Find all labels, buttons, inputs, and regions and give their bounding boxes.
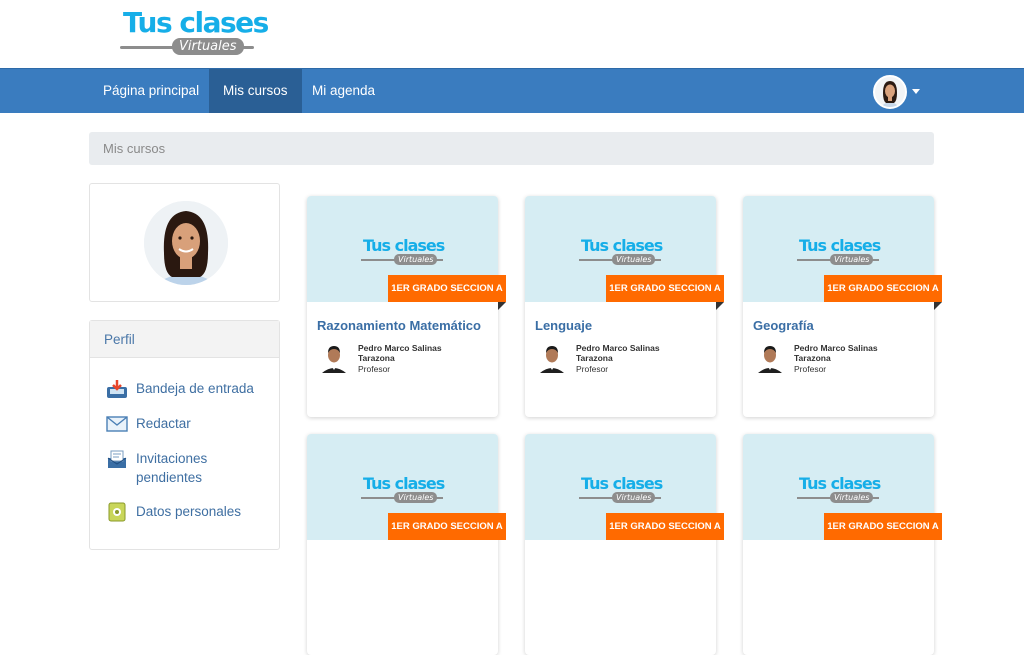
user-avatar-icon <box>875 77 905 107</box>
course-logo-main: Tus clases <box>581 474 663 493</box>
course-logo-sub: Virtuales <box>830 254 874 265</box>
course-logo-sub: Virtuales <box>612 492 656 503</box>
teacher-role: Profesor <box>358 364 391 374</box>
section-badge: 1ER GRADO SECCION A <box>824 513 942 540</box>
teacher-name: Pedro Marco Salinas Tarazona <box>358 343 442 363</box>
site-logo[interactable]: Tus clases Virtuales <box>118 6 269 62</box>
profile-menu-panel: Perfil Bandeja de entrada Redactar Invit… <box>89 320 280 550</box>
course-card[interactable]: Tus clases Virtuales 1ER GRADO SECCION A… <box>743 196 942 417</box>
nav-my-agenda[interactable]: Mi agenda <box>298 69 389 113</box>
user-avatar[interactable] <box>873 75 907 109</box>
inbox-icon <box>107 380 127 398</box>
teacher-avatar-icon <box>537 343 567 373</box>
course-logo-sub: Virtuales <box>394 254 438 265</box>
course-logo-sub: Virtuales <box>394 492 438 503</box>
breadcrumb: Mis cursos <box>89 132 934 165</box>
course-logo-main: Tus clases <box>363 474 445 493</box>
badge-fold <box>716 302 724 310</box>
menu-item-label: Datos personales <box>136 504 242 519</box>
profile-photo-icon <box>144 201 228 285</box>
logo-main-text: Tus clases <box>123 6 269 39</box>
section-badge: 1ER GRADO SECCION A <box>388 513 506 540</box>
profile-card <box>89 183 280 302</box>
course-card[interactable]: Tus clases Virtuales 1ER GRADO SECCION A <box>307 434 506 655</box>
nav-my-courses[interactable]: Mis cursos <box>209 69 302 113</box>
section-badge: 1ER GRADO SECCION A <box>606 275 724 302</box>
menu-item-compose[interactable]: Redactar <box>106 414 256 434</box>
course-logo: Tus clases Virtuales <box>579 236 663 270</box>
badge-fold <box>934 302 942 310</box>
profile-menu-title: Perfil <box>90 321 279 358</box>
course-card[interactable]: Tus clases Virtuales 1ER GRADO SECCION A <box>743 434 942 655</box>
course-title[interactable]: Geografía <box>753 318 814 333</box>
course-card[interactable]: Tus clases Virtuales 1ER GRADO SECCION A <box>525 434 724 655</box>
course-logo-main: Tus clases <box>363 236 445 255</box>
section-badge: 1ER GRADO SECCION A <box>606 513 724 540</box>
header: Tus clases Virtuales <box>0 0 1024 68</box>
envelope-icon <box>106 416 128 432</box>
teacher-avatar <box>755 343 785 373</box>
course-logo-main: Tus clases <box>581 236 663 255</box>
teacher-name: Pedro Marco Salinas Tarazona <box>576 343 660 363</box>
course-logo-sub: Virtuales <box>612 254 656 265</box>
teacher-name: Pedro Marco Salinas Tarazona <box>794 343 878 363</box>
nav-home[interactable]: Página principal <box>89 69 213 113</box>
course-logo: Tus clases Virtuales <box>361 236 445 270</box>
invitation-icon <box>107 450 127 468</box>
breadcrumb-current: Mis cursos <box>103 141 166 156</box>
menu-item-label: Redactar <box>136 416 191 431</box>
course-logo: Tus clases Virtuales <box>797 474 881 508</box>
course-title[interactable]: Lenguaje <box>535 318 592 333</box>
teacher-avatar <box>537 343 567 373</box>
course-logo: Tus clases Virtuales <box>797 236 881 270</box>
menu-item-inbox[interactable]: Bandeja de entrada <box>106 379 256 399</box>
course-title[interactable]: Razonamiento Matemático <box>317 318 481 333</box>
course-logo-main: Tus clases <box>799 236 881 255</box>
course-logo: Tus clases Virtuales <box>579 474 663 508</box>
top-navbar: Página principal Mis cursos Mi agenda <box>0 68 1024 113</box>
section-badge: 1ER GRADO SECCION A <box>388 275 506 302</box>
chevron-down-icon[interactable] <box>912 89 920 94</box>
personal-data-icon <box>108 502 126 522</box>
teacher-role: Profesor <box>794 364 827 374</box>
course-card[interactable]: Tus clases Virtuales 1ER GRADO SECCION A… <box>307 196 506 417</box>
course-card[interactable]: Tus clases Virtuales 1ER GRADO SECCION A… <box>525 196 724 417</box>
menu-item-label: Invitaciones pendientes <box>136 451 208 485</box>
course-logo-sub: Virtuales <box>830 492 874 503</box>
profile-photo <box>144 201 228 285</box>
logo-sub-text: Virtuales <box>172 38 244 55</box>
section-badge: 1ER GRADO SECCION A <box>824 275 942 302</box>
menu-item-pending-invitations[interactable]: Invitaciones pendientes <box>106 449 256 487</box>
teacher-role: Profesor <box>576 364 609 374</box>
teacher-avatar-icon <box>319 343 349 373</box>
menu-item-label: Bandeja de entrada <box>136 381 254 396</box>
menu-item-personal-data[interactable]: Datos personales <box>106 502 256 522</box>
teacher-avatar-icon <box>755 343 785 373</box>
course-logo: Tus clases Virtuales <box>361 474 445 508</box>
badge-fold <box>498 302 506 310</box>
teacher-avatar <box>319 343 349 373</box>
course-logo-main: Tus clases <box>799 474 881 493</box>
